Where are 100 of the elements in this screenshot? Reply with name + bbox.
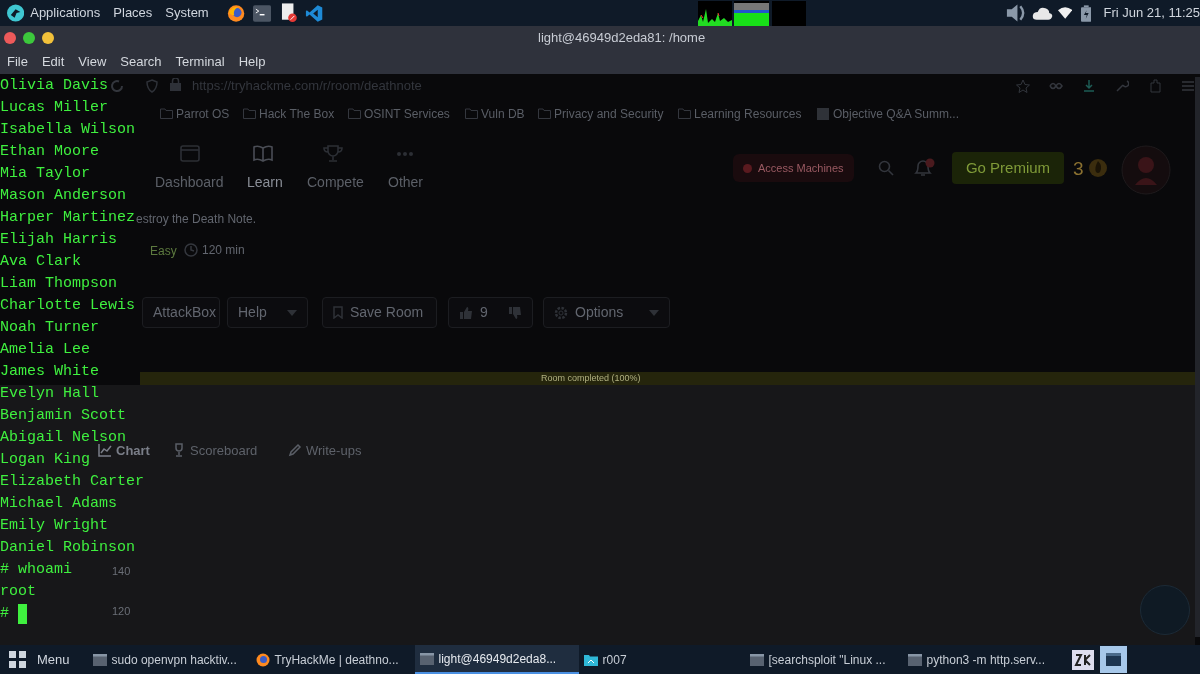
cloud-icon[interactable] [1031, 5, 1053, 21]
terminal-line: James White [0, 362, 100, 382]
battery-icon[interactable] [1080, 4, 1092, 22]
terminal-line: Ethan Moore [0, 142, 100, 162]
text-cursor [18, 604, 27, 624]
terminal-line: Noah Turner [0, 318, 100, 338]
thumbs-down-icon [508, 305, 522, 320]
pencil-icon[interactable] [288, 443, 302, 457]
options-button[interactable]: Options [543, 297, 670, 328]
folder-icon [243, 108, 256, 119]
bookmark-item[interactable]: Parrot OS [176, 105, 230, 123]
window-icon [1106, 653, 1121, 666]
bookmark-item[interactable]: Privacy and Security [554, 105, 664, 123]
bookmark-item[interactable]: Hack The Box [259, 105, 335, 123]
menu-button[interactable]: Menu [37, 649, 70, 670]
chart-icon[interactable] [98, 443, 112, 457]
difficulty-label: Easy [150, 243, 177, 260]
lock-icon [170, 78, 181, 91]
menu-item[interactable]: View [78, 52, 107, 72]
terminal-line: Charlotte Lewis [0, 296, 136, 316]
panel-menu[interactable]: System [165, 3, 209, 23]
terminal-line: Ava Clark [0, 252, 81, 272]
nav-link[interactable]: Dashboard [155, 172, 224, 193]
access-machines-button[interactable]: Access Machines [733, 154, 854, 182]
folder-icon [465, 108, 478, 119]
menu-item[interactable]: Help [238, 52, 266, 72]
caret-icon [649, 309, 659, 316]
menu-grid-icon[interactable] [9, 651, 26, 668]
terminal-line: Isabella Wilson [0, 120, 136, 140]
terminal-line: Evelyn Hall [0, 384, 100, 404]
show-desktop-button[interactable] [1100, 646, 1127, 673]
memory-monitor-graph [733, 0, 769, 26]
nav-link[interactable]: Other [388, 172, 423, 193]
taskbar-button[interactable]: r007 [578, 645, 739, 674]
menu-item[interactable]: Search [120, 52, 162, 72]
network-monitor-graph [771, 0, 806, 26]
terminal-line: Elijah Harris [0, 230, 118, 250]
room-description: estroy the Death Note. [136, 211, 257, 228]
keyboard-layout-icon[interactable] [1072, 649, 1094, 670]
panel-menu[interactable]: Applications [30, 3, 101, 23]
streak-count: 3 [1073, 157, 1084, 181]
clock[interactable]: Fri Jun 21, 11:25 [1103, 3, 1200, 23]
tab[interactable]: Write-ups [306, 441, 362, 461]
terminal-icon[interactable] [252, 4, 272, 22]
terminal-line: Benjamin Scott [0, 406, 127, 426]
thumbs-up-icon [459, 305, 473, 320]
folder-icon [160, 108, 173, 119]
taskbar-button[interactable]: [searchsploit "Linux ... [744, 645, 903, 674]
reload-icon[interactable] [110, 79, 124, 93]
bookmark-item[interactable]: OSINT Services [364, 105, 450, 123]
tab[interactable]: Scoreboard [190, 441, 258, 461]
duration-label: 120 min [202, 242, 245, 259]
folder-icon [348, 108, 361, 119]
save-room-button[interactable]: Save Room [322, 297, 437, 328]
terminal-line: # [0, 604, 9, 624]
taskbar-button[interactable]: python3 -m http.serv... [902, 645, 1061, 674]
terminal-line: # whoami [0, 560, 72, 580]
terminal-icon [749, 653, 764, 666]
terminal-line: Michael Adams [0, 494, 118, 514]
search-icon[interactable] [878, 160, 894, 176]
book-icon[interactable] [253, 144, 273, 164]
taskbar-button[interactable]: TryHackMe | deathno... [250, 645, 415, 674]
bookmark-item[interactable]: Learning Resources [694, 105, 802, 123]
firefox-icon[interactable] [226, 3, 245, 23]
nav-link[interactable]: Compete [307, 172, 364, 193]
minimize-button[interactable] [42, 32, 54, 44]
terminal-line: Elizabeth Carter [0, 472, 145, 492]
bookmark-item[interactable]: Vuln DB [481, 105, 525, 123]
axis-tick-label: 120 [112, 604, 131, 619]
go-premium-button[interactable]: Go Premium [952, 152, 1064, 184]
terminal-line: Daniel Robinson [0, 538, 136, 558]
taskbar-button[interactable]: sudo openvpn hacktiv... [87, 645, 251, 674]
taskbar-button[interactable]: light@46949d2eda8... [414, 645, 579, 674]
firefox-icon [255, 652, 270, 667]
dropdown-button[interactable]: Help [227, 297, 308, 328]
vote-buttons[interactable]: 9 [448, 297, 533, 328]
folder-icon [583, 653, 598, 666]
parrot-logo-icon[interactable] [7, 4, 25, 22]
download-icon[interactable] [1082, 79, 1096, 93]
notification-bell-icon[interactable] [913, 158, 935, 178]
menu-item[interactable]: Terminal [175, 52, 225, 72]
clock-icon [184, 243, 198, 257]
star-icon[interactable] [1016, 79, 1030, 93]
code-editor-icon[interactable] [305, 3, 324, 23]
menu-item[interactable]: File [7, 52, 28, 72]
progress-label: Room completed (100%) [541, 372, 641, 385]
bookmark-item[interactable]: Objective Q&A Summ... [833, 105, 960, 123]
maximize-button[interactable] [23, 32, 35, 44]
nav-link[interactable]: Learn [247, 172, 283, 193]
document-icon[interactable] [281, 3, 298, 23]
menu-item[interactable]: Edit [41, 52, 65, 72]
wifi-icon[interactable] [1057, 7, 1072, 19]
terminal-icon [92, 653, 107, 666]
terminal-icon [907, 653, 922, 666]
panel-menu[interactable]: Places [113, 3, 153, 23]
terminal-line: Liam Thompson [0, 274, 118, 294]
dropdown-button[interactable]: AttackBox [142, 297, 220, 328]
trophy-icon[interactable] [172, 443, 186, 457]
shield-icon[interactable] [146, 79, 158, 93]
close-button[interactable] [4, 32, 16, 44]
